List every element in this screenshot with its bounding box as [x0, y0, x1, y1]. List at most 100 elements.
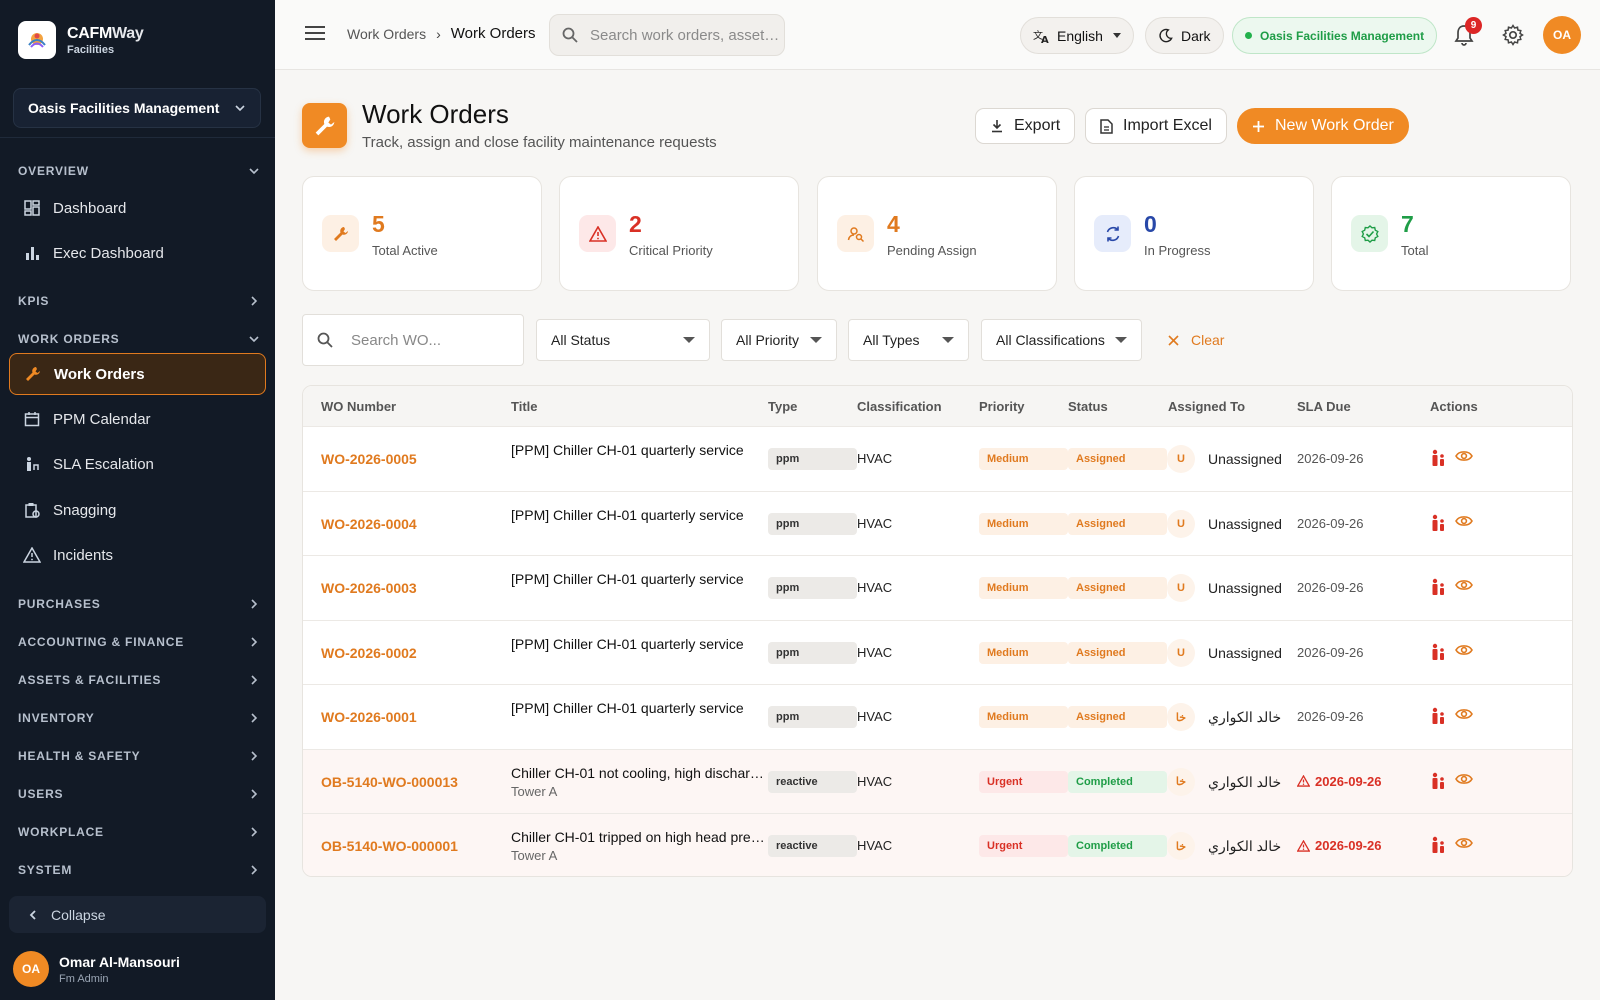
- assign-technician-icon[interactable]: [1430, 772, 1446, 793]
- gear-icon[interactable]: [1502, 24, 1524, 51]
- global-search-input[interactable]: Search work orders, asset…: [549, 14, 785, 56]
- breadcrumb-parent[interactable]: Work Orders: [347, 26, 426, 42]
- top-avatar[interactable]: OA: [1543, 16, 1581, 54]
- table-row[interactable]: OB-5140-WO-000001 Chiller CH-01 tripped o…: [303, 813, 1572, 876]
- column-header[interactable]: WO Number: [321, 399, 396, 414]
- assign-technician-icon[interactable]: [1430, 836, 1446, 857]
- table-row[interactable]: OB-5140-WO-000013 Chiller CH-01 not cooli…: [303, 748, 1572, 813]
- section-work-orders[interactable]: WORK ORDERS: [18, 332, 260, 346]
- nav-incidents[interactable]: Incidents: [9, 534, 266, 576]
- section-assets-label: ASSETS & FACILITIES: [18, 673, 162, 687]
- section-kpis[interactable]: KPIS: [18, 294, 260, 308]
- import-excel-button[interactable]: Import Excel: [1085, 108, 1227, 144]
- section-system[interactable]: SYSTEM: [18, 863, 260, 877]
- view-eye-icon[interactable]: [1455, 707, 1473, 724]
- clipboard-icon: [23, 501, 41, 519]
- section-health[interactable]: HEALTH & SAFETY: [18, 749, 260, 763]
- nav-work-orders-label: Work Orders: [54, 365, 145, 383]
- svg-text:A: A: [1041, 35, 1049, 44]
- translate-icon: 文A: [1033, 29, 1049, 44]
- section-purchases[interactable]: PURCHASES: [18, 597, 260, 611]
- type-filter[interactable]: All Types: [848, 319, 969, 361]
- section-assets[interactable]: ASSETS & FACILITIES: [18, 673, 260, 687]
- view-eye-icon[interactable]: [1455, 449, 1473, 466]
- section-users[interactable]: USERS: [18, 787, 260, 801]
- column-header[interactable]: Title: [511, 399, 538, 414]
- wo-number-link[interactable]: OB-5140-WO-000001: [321, 838, 458, 854]
- stat-card-pending-assign[interactable]: 4 Pending Assign: [817, 176, 1057, 291]
- assign-technician-icon[interactable]: [1430, 578, 1446, 599]
- stat-value: 2: [629, 211, 642, 237]
- caret-down-icon: [1112, 33, 1121, 38]
- export-button[interactable]: Export: [975, 108, 1076, 144]
- wo-title: [PPM] Chiller CH-01 quarterly service: [511, 571, 744, 587]
- table-row[interactable]: WO-2026-0001 [PPM] Chiller CH-01 quarterl…: [303, 684, 1572, 748]
- stat-card-critical[interactable]: 2 Critical Priority: [559, 176, 799, 291]
- column-header[interactable]: SLA Due: [1297, 399, 1351, 414]
- collapse-button[interactable]: Collapse: [9, 896, 266, 933]
- wo-number-link[interactable]: WO-2026-0003: [321, 580, 417, 596]
- nav-work-orders[interactable]: Work Orders: [9, 353, 266, 395]
- section-inventory[interactable]: INVENTORY: [18, 711, 260, 725]
- column-header[interactable]: Assigned To: [1168, 399, 1245, 414]
- wo-number-link[interactable]: WO-2026-0002: [321, 645, 417, 661]
- section-accounting[interactable]: ACCOUNTING & FINANCE: [18, 635, 260, 649]
- nav-dashboard[interactable]: Dashboard: [9, 187, 266, 229]
- priority-filter[interactable]: All Priority: [721, 319, 837, 361]
- assign-technician-icon[interactable]: [1430, 643, 1446, 664]
- wo-number-link[interactable]: OB-5140-WO-000013: [321, 774, 458, 790]
- chevron-down-icon: [235, 105, 245, 112]
- theme-toggle[interactable]: Dark: [1145, 17, 1224, 54]
- table-row[interactable]: WO-2026-0003 [PPM] Chiller CH-01 quarterl…: [303, 555, 1572, 619]
- clear-filters-button[interactable]: Clear: [1168, 332, 1224, 348]
- stat-card-in-progress[interactable]: 0 In Progress: [1074, 176, 1314, 291]
- org-status-badge[interactable]: Oasis Facilities Management: [1232, 17, 1438, 54]
- caret-down-icon: [810, 337, 822, 343]
- column-header[interactable]: Status: [1068, 399, 1108, 414]
- section-overview[interactable]: OVERVIEW: [18, 164, 260, 178]
- assignee-avatar: U: [1167, 445, 1195, 473]
- classification: HVAC: [857, 709, 893, 724]
- assign-technician-icon[interactable]: [1430, 707, 1446, 728]
- table-row[interactable]: WO-2026-0004 [PPM] Chiller CH-01 quarterl…: [303, 490, 1572, 555]
- column-header[interactable]: Type: [768, 399, 797, 414]
- stat-card-total[interactable]: 7 Total: [1331, 176, 1571, 291]
- wo-number-link[interactable]: WO-2026-0005: [321, 451, 417, 467]
- wo-search-input[interactable]: Search WO...: [302, 314, 524, 366]
- view-eye-icon[interactable]: [1455, 578, 1473, 595]
- caret-down-icon: [683, 337, 695, 343]
- language-selector[interactable]: 文A English: [1020, 17, 1134, 54]
- nav-snagging[interactable]: Snagging: [9, 489, 266, 531]
- column-header[interactable]: Classification: [857, 399, 942, 414]
- org-selector[interactable]: Oasis Facilities Management: [13, 88, 261, 128]
- stat-card-total-active[interactable]: 5 Total Active: [302, 176, 542, 291]
- section-workplace[interactable]: WORKPLACE: [18, 825, 260, 839]
- new-work-order-button[interactable]: New Work Order: [1237, 108, 1409, 144]
- nav-exec-dashboard[interactable]: Exec Dashboard: [9, 232, 266, 274]
- nav-sla-escalation[interactable]: SLA Escalation: [9, 443, 266, 485]
- view-eye-icon[interactable]: [1455, 643, 1473, 660]
- table-row[interactable]: WO-2026-0002 [PPM] Chiller CH-01 quarterl…: [303, 619, 1572, 684]
- view-eye-icon[interactable]: [1455, 514, 1473, 531]
- column-header[interactable]: Priority: [979, 399, 1025, 414]
- theme-label: Dark: [1181, 27, 1211, 44]
- page-subtitle: Track, assign and close facility mainten…: [362, 134, 717, 151]
- status-filter[interactable]: All Status: [536, 319, 710, 361]
- view-eye-icon[interactable]: [1455, 772, 1473, 789]
- nav-ppm-calendar[interactable]: PPM Calendar: [9, 398, 266, 440]
- menu-icon[interactable]: [305, 25, 325, 46]
- assign-technician-icon[interactable]: [1430, 449, 1446, 470]
- classification-filter[interactable]: All Classifications: [981, 319, 1142, 361]
- type-badge: ppm: [768, 577, 857, 599]
- new-work-order-label: New Work Order: [1275, 117, 1394, 134]
- table-row[interactable]: WO-2026-0005 [PPM] Chiller CH-01 quarterl…: [303, 426, 1572, 490]
- view-eye-icon[interactable]: [1455, 836, 1473, 853]
- wo-title: [PPM] Chiller CH-01 quarterly service: [511, 442, 744, 458]
- sla-due-date: 2026-09-26: [1297, 515, 1364, 531]
- user-profile[interactable]: OA Omar Al-Mansouri Fm Admin: [13, 951, 180, 987]
- assign-technician-icon[interactable]: [1430, 514, 1446, 535]
- wo-number-link[interactable]: WO-2026-0001: [321, 709, 417, 725]
- status-filter-value: All Status: [551, 332, 611, 348]
- wo-number-link[interactable]: WO-2026-0004: [321, 516, 417, 532]
- brand[interactable]: CAFMWay Facilities: [0, 0, 275, 80]
